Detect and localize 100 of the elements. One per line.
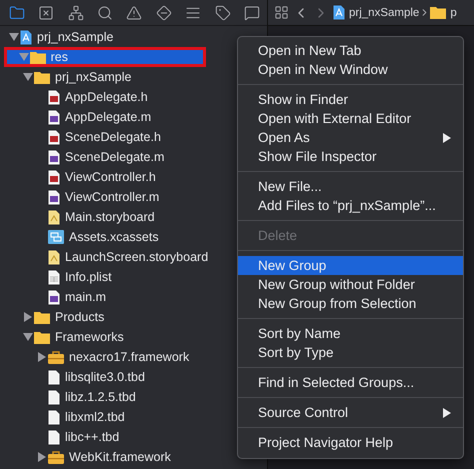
source-file-icon xyxy=(48,290,60,304)
tree-item-label: libxml2.tbd xyxy=(65,410,125,424)
tree-item-label: prj_nxSample xyxy=(37,30,114,44)
folder-icon[interactable] xyxy=(8,4,25,20)
menu-item[interactable]: Open with External Editor xyxy=(238,109,463,128)
tree-row[interactable]: SceneDelegate.h xyxy=(0,127,236,147)
menu-item[interactable]: Open in New Tab xyxy=(238,41,463,60)
tree-row[interactable]: libz.1.2.5.tbd xyxy=(0,387,236,407)
tree-row[interactable]: libxml2.tbd xyxy=(0,407,236,427)
folder-icon xyxy=(430,6,446,19)
warning-icon[interactable] xyxy=(126,4,142,20)
tree-item-label: WebKit.framework xyxy=(69,450,171,464)
tree-row[interactable]: Main.storyboard xyxy=(0,207,236,227)
square-x-icon[interactable] xyxy=(38,4,54,20)
storyboard-file-icon xyxy=(48,250,60,264)
document-icon xyxy=(48,390,60,404)
tree-item-label: Info.plist xyxy=(65,270,112,284)
breadcrumb-item[interactable]: prj_nxSample xyxy=(349,6,420,18)
folder-icon xyxy=(34,330,50,344)
folder-icon xyxy=(30,50,46,64)
menu-item[interactable]: Open As xyxy=(238,128,463,147)
folder-icon xyxy=(34,70,50,84)
tree-row[interactable]: Info.plist xyxy=(0,267,236,287)
tree-item-label: Products xyxy=(55,310,104,324)
tree-row[interactable]: libc++.tbd xyxy=(0,427,236,447)
menu-item[interactable]: Project Navigator Help xyxy=(238,433,463,452)
tree-item-label: libz.1.2.5.tbd xyxy=(65,390,136,404)
tree-item-label: main.m xyxy=(65,290,106,304)
tree-row[interactable]: nexacro17.framework xyxy=(0,347,236,367)
asset-catalog-icon xyxy=(48,230,64,244)
hierarchy-icon[interactable] xyxy=(68,4,84,20)
submenu-arrow-icon xyxy=(443,132,451,142)
storyboard-file-icon xyxy=(48,210,60,224)
project-file-icon xyxy=(333,5,345,20)
tree-item-label: LaunchScreen.storyboard xyxy=(65,250,208,264)
tree-item-label: AppDelegate.h xyxy=(65,90,148,104)
tree-row[interactable]: libsqlite3.0.tbd xyxy=(0,367,236,387)
source-file-icon xyxy=(48,190,60,204)
menu-item[interactable]: New Group from Selection xyxy=(238,294,463,313)
diamond-icon[interactable] xyxy=(156,4,172,20)
tree-row[interactable]: ViewController.h xyxy=(0,167,236,187)
tree-row[interactable]: AppDelegate.m xyxy=(0,107,236,127)
menu-item[interactable]: Source Control xyxy=(238,403,463,422)
tree-item-label: AppDelegate.m xyxy=(65,110,152,124)
tree-row[interactable]: prj_nxSample xyxy=(0,67,236,87)
tree-row[interactable]: Frameworks xyxy=(0,327,236,347)
document-icon xyxy=(48,370,60,384)
menu-item[interactable]: Sort by Name xyxy=(238,324,463,343)
folder-icon xyxy=(34,310,50,324)
tree-item-label: libsqlite3.0.tbd xyxy=(65,370,145,384)
plist-file-icon xyxy=(48,270,60,284)
menu-item[interactable]: New File... xyxy=(238,177,463,196)
tree-item-label: SceneDelegate.h xyxy=(65,130,161,144)
tree-row[interactable]: WebKit.framework xyxy=(0,447,236,467)
tree-item-label: Assets.xcassets xyxy=(69,230,159,244)
collapsed-triangle-icon[interactable] xyxy=(23,312,33,322)
tree-item-label: SceneDelegate.m xyxy=(65,150,164,164)
tree-row[interactable]: ViewController.m xyxy=(0,187,236,207)
source-file-icon xyxy=(48,150,60,164)
source-file-icon xyxy=(48,110,60,124)
tree-item-label: nexacro17.framework xyxy=(69,350,190,364)
expanded-triangle-icon[interactable] xyxy=(23,72,33,82)
header-file-icon xyxy=(48,130,60,144)
tree-item-label: ViewController.h xyxy=(65,170,156,184)
tree-row[interactable]: res xyxy=(4,47,206,67)
header-file-icon xyxy=(48,90,60,104)
menu-item[interactable]: Open in New Window xyxy=(238,60,463,79)
tree-row[interactable]: SceneDelegate.m xyxy=(0,147,236,167)
menu-item[interactable]: Find in Selected Groups... xyxy=(238,373,463,392)
tree-row[interactable]: AppDelegate.h xyxy=(0,87,236,107)
tree-item-label: res xyxy=(50,50,68,64)
collapsed-triangle-icon[interactable] xyxy=(37,352,47,362)
search-icon[interactable] xyxy=(97,4,114,20)
tree-row[interactable]: main.m xyxy=(0,287,236,307)
submenu-arrow-icon xyxy=(443,408,451,418)
document-icon xyxy=(48,430,60,444)
expanded-triangle-icon[interactable] xyxy=(23,332,33,342)
expanded-triangle-icon[interactable] xyxy=(9,32,19,42)
tag-icon[interactable] xyxy=(214,4,231,20)
message-icon[interactable] xyxy=(244,4,260,20)
breadcrumb-item[interactable]: p xyxy=(450,6,457,18)
menu-item[interactable]: Sort by Type xyxy=(238,343,463,362)
tree-row[interactable]: Products xyxy=(0,307,236,327)
project-file-icon xyxy=(20,30,32,44)
document-icon xyxy=(48,410,60,424)
menu-item[interactable]: Show in Finder xyxy=(238,90,463,109)
menu-item[interactable]: Add Files to “prj_nxSample”... xyxy=(238,196,463,215)
tree-row[interactable]: Assets.xcassets xyxy=(0,227,236,247)
tree-row[interactable]: prj_nxSample xyxy=(0,27,236,47)
menu-item[interactable]: Show File Inspector xyxy=(238,147,463,166)
toolbox-icon xyxy=(48,350,64,364)
tree-item-label: Frameworks xyxy=(55,330,124,344)
grid-icon[interactable] xyxy=(274,5,289,20)
collapsed-triangle-icon[interactable] xyxy=(37,452,47,462)
menu-item[interactable]: New Group xyxy=(238,256,463,275)
menu-item[interactable]: New Group without Folder xyxy=(238,275,463,294)
tree-row[interactable]: LaunchScreen.storyboard xyxy=(0,247,236,267)
tree-item-label: prj_nxSample xyxy=(55,70,132,84)
tree-item-label: Main.storyboard xyxy=(65,210,155,224)
header-file-icon xyxy=(48,170,60,184)
